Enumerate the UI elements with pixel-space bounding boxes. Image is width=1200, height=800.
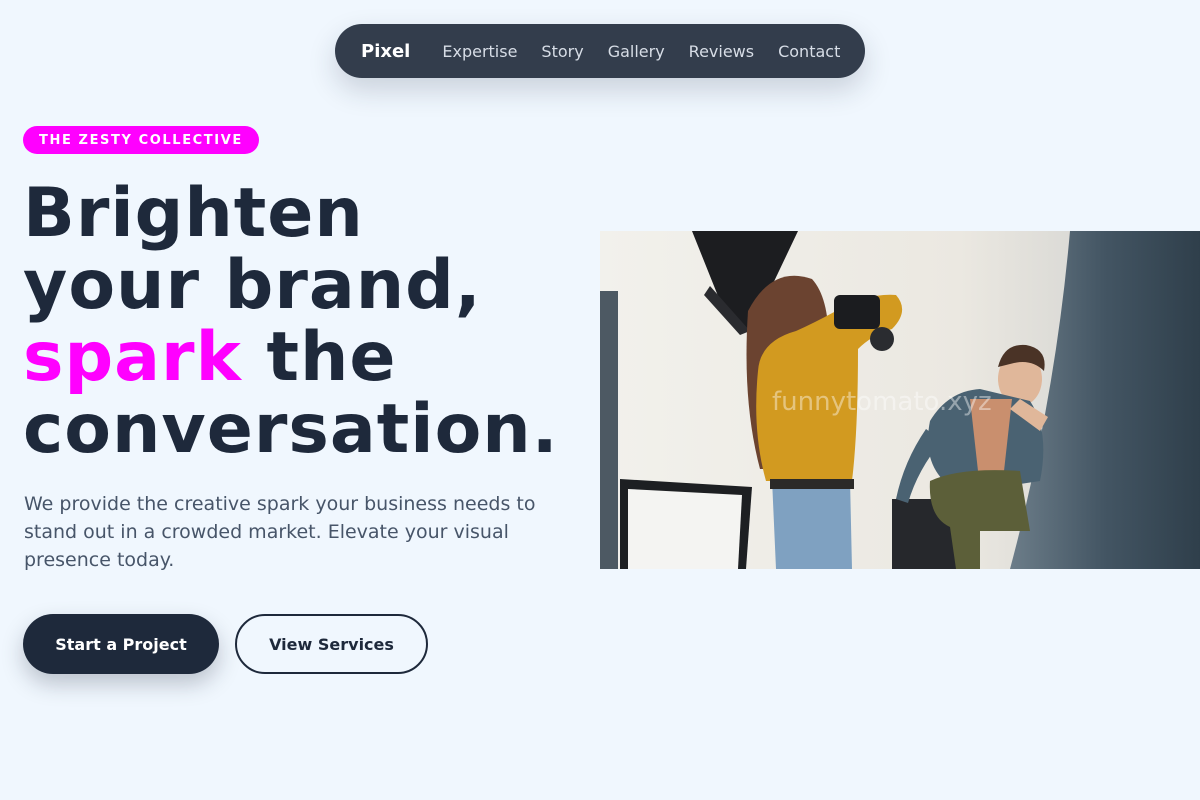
start-project-button[interactable]: Start a Project	[23, 614, 219, 674]
headline-line-1: Brighten	[23, 174, 364, 253]
hero-photo: funnytomato.xyz	[600, 231, 1200, 569]
nav-link-gallery[interactable]: Gallery	[608, 42, 665, 61]
image-watermark: funnytomato.xyz	[772, 387, 992, 417]
tagline-badge: THE ZESTY COLLECTIVE	[23, 126, 259, 154]
nav-link-story[interactable]: Story	[541, 42, 583, 61]
headline-line-4: conversation.	[23, 390, 559, 469]
nav-link-contact[interactable]: Contact	[778, 42, 840, 61]
top-nav: Pixel Expertise Story Gallery Reviews Co…	[335, 24, 865, 78]
hero-lead-text: We provide the creative spark your busin…	[24, 493, 536, 571]
nav-links: Expertise Story Gallery Reviews Contact	[442, 42, 840, 61]
headline-line-3: spark the	[23, 322, 559, 394]
nav-link-reviews[interactable]: Reviews	[689, 42, 754, 61]
nav-link-expertise[interactable]: Expertise	[442, 42, 517, 61]
hero-headline: Brighten your brand, spark the conversat…	[23, 178, 559, 466]
view-services-button[interactable]: View Services	[235, 614, 428, 674]
headline-accent-word: spark	[23, 318, 242, 397]
headline-line-3-rest: the	[241, 318, 397, 397]
brand-logo-link[interactable]: Pixel	[361, 41, 410, 62]
headline-line-2: your brand,	[23, 246, 482, 325]
page: Pixel Expertise Story Gallery Reviews Co…	[0, 0, 1200, 800]
